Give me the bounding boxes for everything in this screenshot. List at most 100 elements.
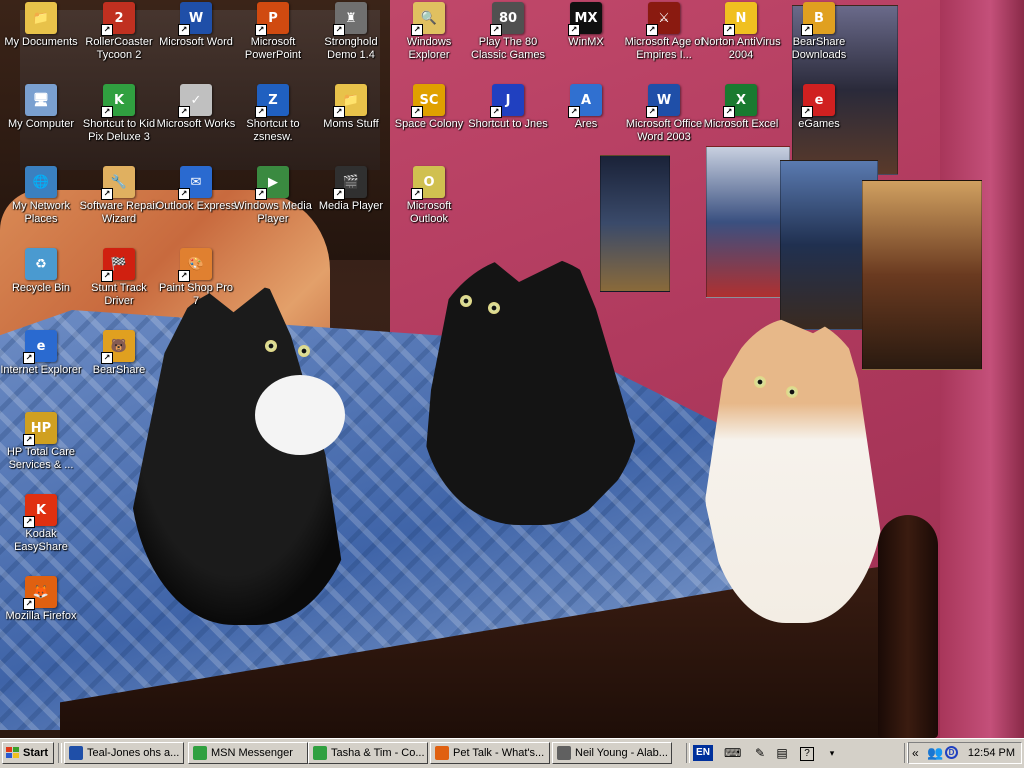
- desktop-icon-label: Moms Stuff: [323, 118, 379, 130]
- wallpaper-cat-eye: [298, 345, 310, 357]
- desktop-icon[interactable]: N ↗ Norton AntiVirus 2004: [700, 2, 782, 62]
- desktop-icon[interactable]: ♜ ↗ Stronghold Demo 1.4: [310, 2, 392, 62]
- jnes-icon: J ↗: [490, 84, 524, 118]
- taskbar-task-button[interactable]: MSN Messenger: [188, 742, 308, 764]
- tray-app-icon[interactable]: D: [945, 746, 958, 759]
- shortcut-arrow-icon: ↗: [255, 24, 267, 36]
- rollercoaster-tycoon-icon: 2 ↗: [101, 2, 135, 36]
- desktop-icon[interactable]: J ↗ Shortcut to Jnes: [467, 84, 549, 131]
- firefox-icon: 🦊 ↗: [23, 576, 57, 610]
- network-places-icon: 🌐: [25, 166, 57, 198]
- taskbar-task-button[interactable]: Pet Talk - What's...: [430, 742, 550, 764]
- desktop-icon[interactable]: 🌐 My Network Places: [0, 166, 82, 226]
- bearshare-icon: 🐻 ↗: [101, 330, 135, 364]
- shortcut-arrow-icon: ↗: [333, 106, 345, 118]
- desktop-icon[interactable]: K ↗ Shortcut to Kid Pix Deluxe 3: [78, 84, 160, 144]
- wallpaper-cat-chest: [255, 375, 345, 455]
- shortcut-arrow-icon: ↗: [568, 106, 580, 118]
- desktop-icon[interactable]: ⚔ ↗ Microsoft Age of Empires I...: [623, 2, 705, 62]
- winmx-icon: MX ↗: [568, 2, 602, 36]
- desktop-icon-label: Microsoft PowerPoint: [244, 36, 302, 61]
- excel-icon: X ↗: [723, 84, 757, 118]
- shortcut-arrow-icon: ↗: [255, 188, 267, 200]
- desktop-icon[interactable]: A ↗ Ares: [545, 84, 627, 131]
- shortcut-arrow-icon: ↗: [333, 24, 345, 36]
- desktop-icon-label: BearShare: [92, 364, 146, 376]
- pen-icon[interactable]: ✎: [752, 745, 768, 761]
- desktop-icon-label: Stunt Track Driver: [91, 282, 147, 307]
- desktop-icon-label: Microsoft Office Word 2003: [625, 118, 703, 143]
- start-button[interactable]: Start: [2, 742, 54, 764]
- wallpaper-poster: [600, 155, 670, 292]
- desktop-icon[interactable]: 🎬 ↗ Media Player: [310, 166, 392, 213]
- shortcut-arrow-icon: ↗: [646, 24, 658, 36]
- language-bar-icon[interactable]: ▤: [774, 745, 790, 761]
- shortcut-arrow-icon: ↗: [801, 106, 813, 118]
- desktop-icon-label: Microsoft Works: [156, 118, 236, 130]
- desktop-icon[interactable]: e ↗ Internet Explorer: [0, 330, 82, 377]
- language-indicator[interactable]: EN: [693, 745, 713, 761]
- desktop-icon[interactable]: 🔧 ↗ Software Repair Wizard: [78, 166, 160, 226]
- desktop-icon-label: Internet Explorer: [0, 364, 82, 376]
- desktop-icon[interactable]: 📁 My Documents: [0, 2, 82, 49]
- desktop-icon[interactable]: 🔍 ↗ Windows Explorer: [388, 2, 470, 62]
- desktop-icon[interactable]: K ↗ Kodak EasyShare: [0, 494, 82, 554]
- help-icon[interactable]: ?: [800, 747, 814, 761]
- hp-total-care-icon: HP ↗: [23, 412, 57, 446]
- shortcut-arrow-icon: ↗: [646, 106, 658, 118]
- desktop-icon[interactable]: 🖥 My Computer: [0, 84, 82, 131]
- zsnes-icon: Z ↗: [255, 84, 289, 118]
- desktop-icon[interactable]: ♻ Recycle Bin: [0, 248, 82, 295]
- desktop-icon-label: Ares: [574, 118, 598, 130]
- desktop-icon[interactable]: 2 ↗ RollerCoaster Tycoon 2: [78, 2, 160, 62]
- language-bar-options-icon[interactable]: ▾: [824, 745, 840, 761]
- desktop-icon[interactable]: ✉ ↗ Outlook Express: [155, 166, 237, 213]
- taskbar-task-button[interactable]: Teal-Jones ohs a...: [64, 742, 184, 764]
- desktop-icon[interactable]: W ↗ Microsoft Word: [155, 2, 237, 49]
- internet-explorer-icon: e ↗: [23, 330, 57, 364]
- classic-games-icon: 80 ↗: [490, 2, 524, 36]
- desktop-icon[interactable]: HP ↗ HP Total Care Services & ...: [0, 412, 82, 472]
- shortcut-arrow-icon: ↗: [23, 352, 35, 364]
- recycle-bin-icon: ♻: [25, 248, 57, 280]
- wallpaper-poster: [862, 180, 982, 370]
- kodak-icon: K ↗: [23, 494, 57, 528]
- stunt-track-icon: 🏁 ↗: [101, 248, 135, 282]
- clock[interactable]: 12:54 PM: [968, 747, 1015, 759]
- egames-icon: e ↗: [801, 84, 835, 118]
- taskbar-task-button[interactable]: Tasha & Tim - Co...: [308, 742, 428, 764]
- start-label: Start: [23, 747, 49, 759]
- taskbar-task-label: Neil Young - Alab...: [575, 747, 668, 759]
- keyboard-icon[interactable]: ⌨: [724, 745, 741, 761]
- desktop-icon[interactable]: O ↗ Microsoft Outlook: [388, 166, 470, 226]
- shortcut-arrow-icon: ↗: [568, 24, 580, 36]
- desktop-icon[interactable]: 📁 ↗ Moms Stuff: [310, 84, 392, 131]
- taskbar-task-button[interactable]: Neil Young - Alab...: [552, 742, 672, 764]
- desktop-icon[interactable]: ✓ ↗ Microsoft Works: [155, 84, 237, 131]
- desktop-icon-label: Shortcut to zsnesw.: [246, 118, 300, 143]
- desktop-icon[interactable]: Z ↗ Shortcut to zsnesw.: [232, 84, 314, 144]
- desktop-icon[interactable]: W ↗ Microsoft Office Word 2003: [623, 84, 705, 144]
- desktop-icon-label: Microsoft Word: [159, 36, 233, 48]
- desktop-icon[interactable]: X ↗ Microsoft Excel: [700, 84, 782, 131]
- norton-icon: N ↗: [723, 2, 757, 36]
- tray-expand-button[interactable]: «: [912, 746, 919, 760]
- desktop-icon[interactable]: B ↗ BearShare Downloads: [778, 2, 860, 62]
- desktop-icon[interactable]: 🎨 ↗ Paint Shop Pro 7: [155, 248, 237, 308]
- desktop-icon[interactable]: 🏁 ↗ Stunt Track Driver: [78, 248, 160, 308]
- desktop-icon[interactable]: SC ↗ Space Colony: [388, 84, 470, 131]
- desktop-icon[interactable]: 80 ↗ Play The 80 Classic Games: [467, 2, 549, 62]
- desktop-icon[interactable]: e ↗ eGames: [778, 84, 860, 131]
- desktop-icon[interactable]: 🦊 ↗ Mozilla Firefox: [0, 576, 82, 623]
- msn-tray-icon[interactable]: 👥: [927, 745, 943, 761]
- desktop-icon-label: Mozilla Firefox: [5, 610, 77, 622]
- taskbar-task-label: Tasha & Tim - Co...: [331, 747, 425, 759]
- desktop-icon[interactable]: 🐻 ↗ BearShare: [78, 330, 160, 377]
- desktop-icon[interactable]: MX ↗ WinMX: [545, 2, 627, 49]
- taskbar-task-label: Pet Talk - What's...: [453, 747, 545, 759]
- desktop-icon[interactable]: ▶ ↗ Windows Media Player: [232, 166, 314, 226]
- desktop-icon-label: RollerCoaster Tycoon 2: [85, 36, 153, 61]
- desktop-icon[interactable]: P ↗ Microsoft PowerPoint: [232, 2, 314, 62]
- desktop-icon-label: Microsoft Excel: [703, 118, 779, 130]
- word-2003-icon: W ↗: [646, 84, 680, 118]
